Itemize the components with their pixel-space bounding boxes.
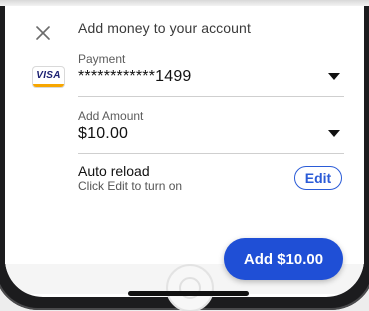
chevron-down-icon[interactable] xyxy=(328,130,340,137)
payment-value: ************1499 xyxy=(78,68,192,85)
visa-card-icon: VISA xyxy=(33,67,64,87)
amount-field[interactable]: Add Amount $10.00 xyxy=(78,109,344,155)
close-icon[interactable] xyxy=(33,23,53,43)
divider xyxy=(78,153,344,154)
auto-reload-subtitle: Click Edit to turn on xyxy=(78,179,183,193)
card-brand-label: VISA xyxy=(36,70,61,81)
divider xyxy=(78,96,344,97)
add-money-button[interactable]: Add $10.00 xyxy=(224,238,343,280)
background-fab xyxy=(166,264,214,311)
payment-label: Payment xyxy=(78,52,126,66)
home-indicator xyxy=(128,291,249,296)
add-money-sheet: Add money to your account VISA Payment *… xyxy=(5,6,364,264)
auto-reload-title: Auto reload xyxy=(78,163,150,179)
chevron-down-icon[interactable] xyxy=(328,73,340,80)
sheet-title: Add money to your account xyxy=(78,20,251,36)
edit-auto-reload-button[interactable]: Edit xyxy=(294,166,342,190)
payment-field[interactable]: Payment ************1499 xyxy=(78,52,344,98)
amount-label: Add Amount xyxy=(78,109,144,123)
auto-reload-section: Auto reload Click Edit to turn on xyxy=(78,163,182,193)
amount-value: $10.00 xyxy=(78,125,129,142)
card-stripe xyxy=(33,84,64,87)
screen: Add money to your account VISA Payment *… xyxy=(0,0,369,311)
